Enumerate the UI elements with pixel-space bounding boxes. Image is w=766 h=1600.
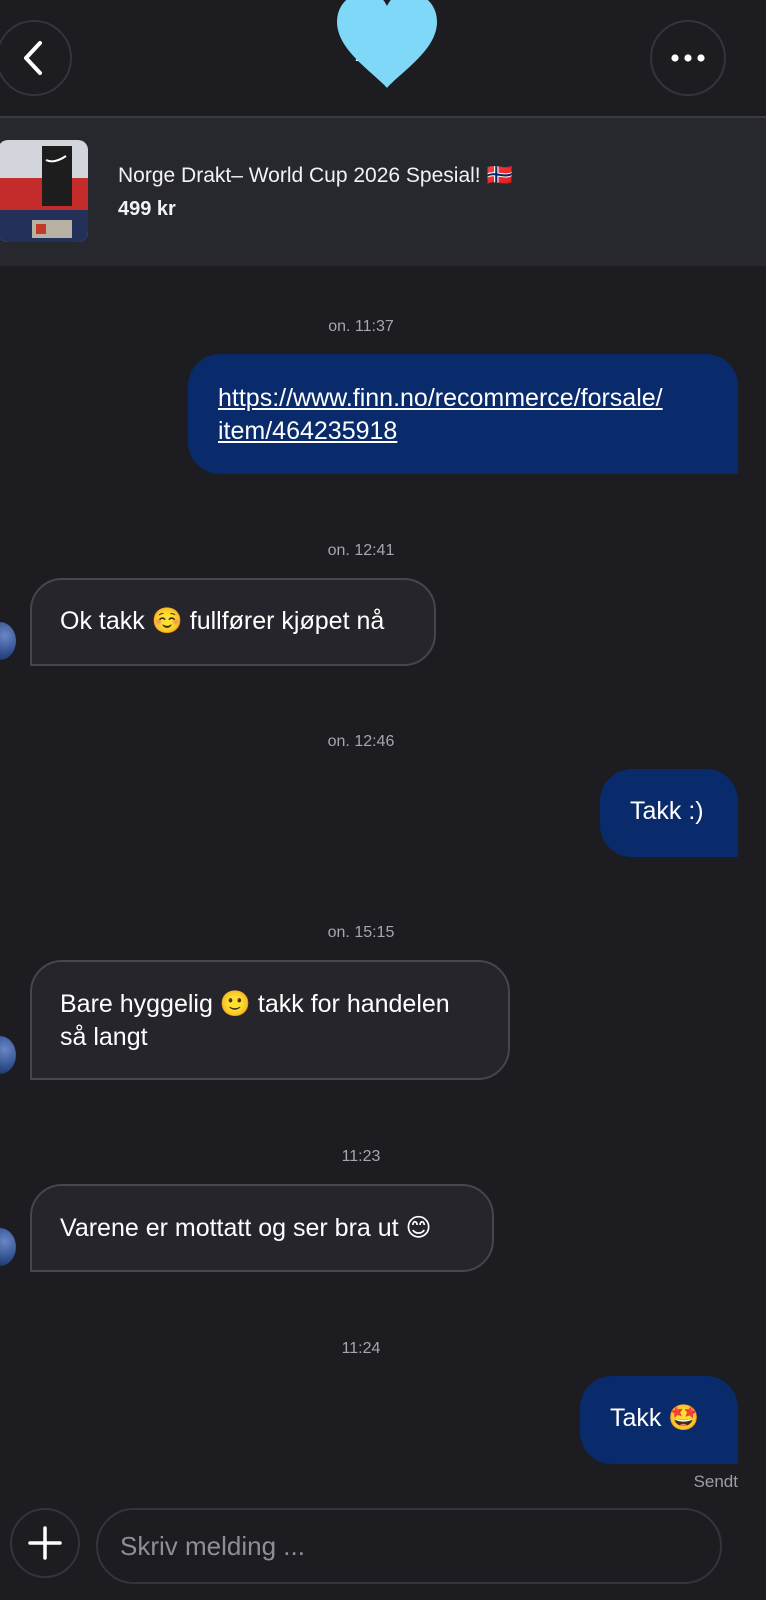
message-bubble-outgoing[interactable]: Takk 🤩 (580, 1376, 738, 1464)
message-link[interactable]: item/464235918 (218, 415, 738, 448)
message-text: Takk 🤩 (610, 1404, 700, 1432)
message-bubble-incoming[interactable]: Ok takk ☺️ fullfører kjøpet nå (30, 578, 436, 666)
avatar (0, 1228, 16, 1266)
add-attachment-button[interactable] (10, 1508, 80, 1578)
message-link[interactable]: https://www.finn.no/recommerce/forsale/ (218, 382, 738, 415)
message-bubble-outgoing[interactable]: Takk :) (600, 769, 738, 857)
listing-title[interactable]: Norge Drakt– World Cup 2026 Spesial! 🇳🇴 (118, 164, 513, 188)
message-text: så langt (60, 1023, 148, 1051)
message-timestamp: 11:23 (341, 1148, 381, 1165)
message-timestamp: on. 12:46 (327, 733, 395, 750)
message-bubble-incoming[interactable]: Bare hyggelig 🙂 takk for handelen så lan… (30, 960, 510, 1080)
message-bubble-incoming[interactable]: Varene er mottatt og ser bra ut 😊 (30, 1184, 494, 1272)
message-text: Takk :) (630, 797, 704, 825)
listing-price: 499 kr (118, 198, 176, 220)
listing-thumbnail (0, 140, 88, 242)
message-bubble-outgoing[interactable]: https://www.finn.no/recommerce/forsale/ … (188, 354, 738, 474)
message-text: Ok takk ☺️ fullfører kjøpet nå (60, 607, 385, 635)
message-input[interactable] (96, 1508, 722, 1584)
plus-icon (28, 1526, 62, 1560)
listing-card[interactable] (0, 118, 766, 266)
message-text: Varene er mottatt og ser bra ut 😊 (60, 1214, 432, 1242)
message-text: Bare hyggelig 🙂 takk for handelen (60, 990, 450, 1018)
chevron-left-icon (24, 41, 42, 75)
avatar (0, 1036, 16, 1074)
heart-icon (337, 0, 437, 88)
avatar (0, 622, 16, 660)
message-status: Sendt (693, 1472, 738, 1491)
message-timestamp: on. 11:37 (328, 318, 394, 335)
message-timestamp: on. 12:41 (327, 542, 395, 559)
message-timestamp: 11:24 (341, 1340, 381, 1357)
more-options-button[interactable] (650, 20, 726, 96)
more-horizontal-icon (671, 54, 705, 62)
message-timestamp: on. 15:15 (327, 924, 395, 941)
